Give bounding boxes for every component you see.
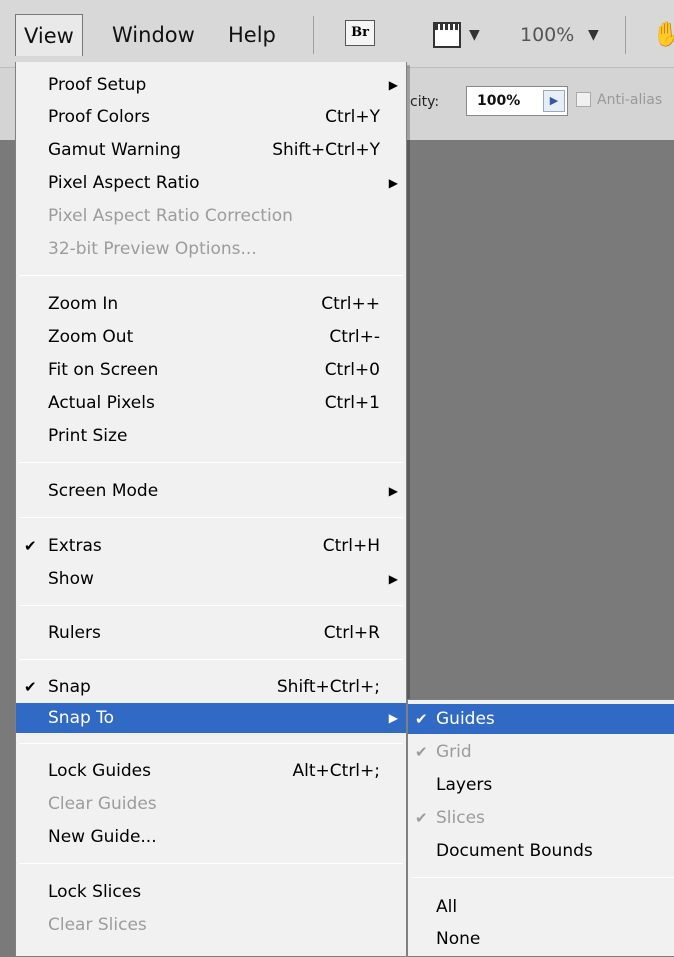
menu-item-snap[interactable]: ✔ Snap Shift+Ctrl+;	[16, 672, 406, 702]
menu-separator	[19, 605, 403, 606]
submenu-arrow-icon: ▶	[388, 176, 398, 190]
antialias-checkbox[interactable]	[576, 92, 591, 107]
menu-item-zoom-out[interactable]: Zoom Out Ctrl+-	[16, 322, 406, 352]
zoom-dropdown-icon[interactable]: ▼	[588, 27, 599, 43]
menu-item-rulers[interactable]: Rulers Ctrl+R	[16, 618, 406, 648]
checkmark-icon: ✔	[415, 710, 428, 728]
menu-item-proof-setup[interactable]: Proof Setup ▶	[16, 70, 406, 100]
menu-item-fit-on-screen[interactable]: Fit on Screen Ctrl+0	[16, 355, 406, 385]
bridge-button[interactable]: Br	[345, 20, 375, 46]
antialias-label: Anti-alias	[597, 92, 663, 108]
menu-item-clear-guides: Clear Guides	[48, 794, 157, 814]
menu-separator	[19, 743, 403, 744]
menu-item-zoom-in[interactable]: Zoom In Ctrl++	[16, 289, 406, 319]
submenu-item-layers[interactable]: Layers	[408, 770, 674, 800]
screen-layout-icon[interactable]	[433, 22, 461, 48]
menu-separator	[19, 462, 403, 463]
checkmark-icon: ✔	[24, 537, 37, 555]
menu-item-gamut-warning[interactable]: Gamut Warning Shift+Ctrl+Y	[16, 135, 406, 165]
menu-item-pixel-aspect-ratio-correction: Pixel Aspect Ratio Correction	[48, 206, 293, 226]
screen-layout-dropdown-icon[interactable]: ▼	[469, 27, 480, 43]
view-menu: Proof Setup ▶ Proof Colors Ctrl+Y Gamut Wa…	[15, 62, 407, 957]
opacity-label: city:	[410, 94, 440, 110]
menu-separator	[19, 659, 403, 660]
menu-item-print-size[interactable]: Print Size	[16, 421, 406, 451]
menu-window[interactable]: Window	[104, 14, 203, 56]
submenu-item-guides[interactable]: ✔ Guides	[408, 704, 674, 734]
checkmark-icon: ✔	[24, 678, 37, 696]
menu-view[interactable]: View	[15, 14, 83, 56]
menu-item-actual-pixels[interactable]: Actual Pixels Ctrl+1	[16, 388, 406, 418]
menu-item-pixel-aspect-ratio[interactable]: Pixel Aspect Ratio ▶	[16, 168, 406, 198]
submenu-arrow-icon: ▶	[388, 484, 398, 498]
menu-item-extras[interactable]: ✔ Extras Ctrl+H	[16, 531, 406, 561]
menubar: View Window Help Br ▼ 100% ▼ ✋	[0, 0, 674, 68]
menu-item-lock-guides[interactable]: Lock Guides Alt+Ctrl+;	[16, 756, 406, 786]
opacity-field[interactable]: 100% ▶	[466, 86, 568, 116]
menu-item-show[interactable]: Show ▶	[16, 564, 406, 594]
submenu-item-grid: ✔ Grid	[408, 737, 674, 767]
menu-item-snap-to[interactable]: Snap To ▶	[16, 703, 406, 733]
submenu-item-none[interactable]: None	[408, 924, 674, 954]
menu-item-32bit-preview-options: 32-bit Preview Options...	[48, 239, 257, 259]
menu-item-screen-mode[interactable]: Screen Mode ▶	[16, 476, 406, 506]
menu-item-new-guide[interactable]: New Guide...	[16, 822, 406, 852]
menu-separator	[19, 517, 403, 518]
snap-to-submenu: ✔ Guides ✔ Grid Layers ✔ Slices Document Bo…	[407, 699, 674, 957]
menu-separator	[19, 275, 403, 276]
zoom-level[interactable]: 100%	[520, 24, 574, 46]
checkmark-icon: ✔	[415, 743, 428, 761]
hand-tool-icon[interactable]: ✋	[652, 20, 674, 48]
menu-help[interactable]: Help	[220, 14, 284, 56]
menu-item-lock-slices[interactable]: Lock Slices	[16, 877, 406, 907]
menubar-divider	[313, 16, 314, 54]
submenu-arrow-icon: ▶	[388, 78, 398, 92]
submenu-item-document-bounds[interactable]: Document Bounds	[408, 836, 674, 866]
opacity-value: 100%	[477, 93, 521, 109]
checkmark-icon: ✔	[415, 809, 428, 827]
submenu-arrow-icon: ▶	[388, 711, 398, 725]
menu-item-proof-colors[interactable]: Proof Colors Ctrl+Y	[16, 102, 406, 132]
submenu-item-all[interactable]: All	[408, 892, 674, 922]
submenu-item-slices: ✔ Slices	[408, 803, 674, 833]
submenu-arrow-icon: ▶	[388, 572, 398, 586]
menu-item-clear-slices: Clear Slices	[48, 915, 147, 935]
opacity-arrow-icon[interactable]: ▶	[543, 90, 565, 112]
menu-separator	[411, 877, 674, 878]
menubar-divider	[625, 16, 626, 54]
menu-separator	[19, 863, 403, 864]
